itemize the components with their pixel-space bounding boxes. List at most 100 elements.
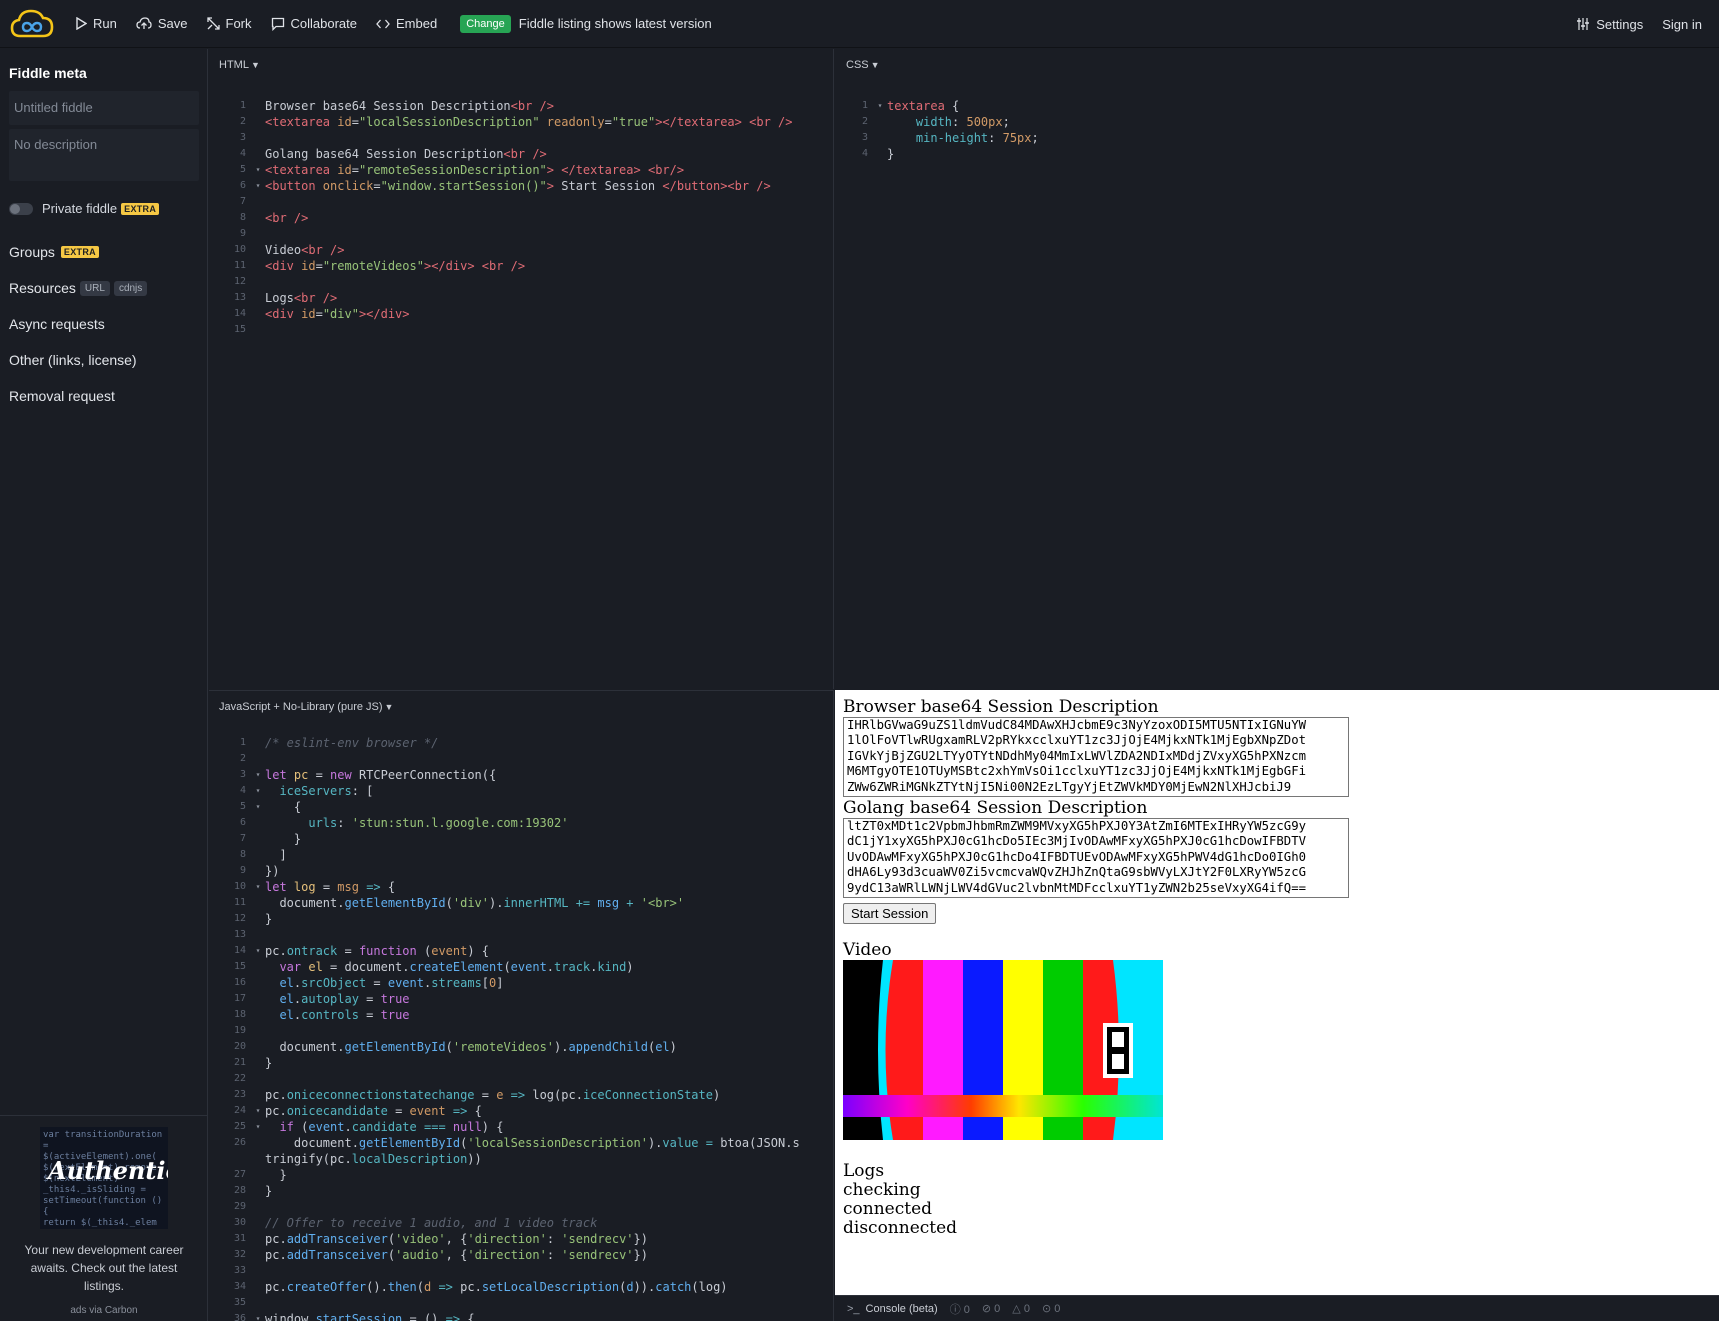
code-line[interactable]: 15 var el = document. createElement(event… [209,959,833,975]
code-line[interactable]: 3 [209,130,833,146]
code-line[interactable]: 5 ▾ <textarea id = "remoteSessionDescription… [209,162,833,178]
ads-via-carbon[interactable]: ads via Carbon [0,1305,208,1316]
fold-arrow-icon[interactable]: ▾ [873,98,887,114]
code-line[interactable]: 10 Video <br /> [209,242,833,258]
settings-button[interactable]: Settings [1576,17,1643,32]
code-line[interactable]: 32 pc. addTransceiver('audio', {'direction… [209,1247,833,1263]
code-line[interactable]: 26 document. getElementById('localSession… [209,1135,833,1151]
sidebar-item-groups[interactable]: Groups EXTRA [9,234,198,270]
fold-arrow-icon[interactable]: ▾ [251,178,265,194]
remote-video-test-pattern[interactable] [843,960,1163,1140]
fiddle-description-input[interactable]: No description [9,129,199,181]
code-line[interactable]: 4 Golang base64 Session Description <br /> [209,146,833,162]
code-line[interactable]: 5 ▾ { [209,799,833,815]
fold-arrow-icon[interactable]: ▾ [251,1103,265,1119]
fold-arrow-icon[interactable]: ▾ [251,767,265,783]
fork-button[interactable]: Fork [206,16,252,31]
code-line[interactable]: 13 [209,927,833,943]
code-line[interactable]: 25 ▾ if (event. candidate === null) { [209,1119,833,1135]
code-line[interactable]: tringify(pc. localDescription)) [209,1151,833,1167]
code-line[interactable]: 4} [831,146,1719,162]
code-line[interactable]: 12} [209,911,833,927]
code-line[interactable]: 1 /* eslint-env browser */ [209,735,833,751]
start-session-button[interactable]: Start Session [843,903,937,924]
console-bar[interactable]: >_ Console (beta) ⓘ 0 ⊘ 0 △ 0 ⊙ 0 [835,1295,1719,1321]
code-line[interactable]: 29 [209,1199,833,1215]
resources-cdnjs-pill[interactable]: cdnjs [113,280,148,296]
collaborate-button[interactable]: Collaborate [271,16,357,31]
code-line[interactable]: 12 [209,274,833,290]
fiddle-title-input[interactable]: Untitled fiddle [9,91,199,125]
fold-arrow-icon[interactable]: ▾ [251,879,265,895]
code-line[interactable]: 2 width: 500px; [831,114,1719,130]
code-line[interactable]: 21} [209,1055,833,1071]
code-line[interactable]: 3 min-height: 75px; [831,130,1719,146]
code-line[interactable]: 4 ▾ iceServers: [ [209,783,833,799]
run-button[interactable]: Run [75,16,117,31]
code-line[interactable]: 24 ▾ pc. onicecandidate = event => { [209,1103,833,1119]
code-line[interactable]: 8 ] [209,847,833,863]
code-line[interactable]: 11 <div id = "remoteVideos" ></div> <br /> [209,258,833,274]
code-line[interactable]: 19 [209,1023,833,1039]
fold-arrow-icon[interactable]: ▾ [251,799,265,815]
local-session-description-textarea[interactable]: IHRlbGVwaG9uZS1ldmVudC84MDAwXHJcbmE9c3Ny… [843,717,1349,797]
code-line[interactable]: 9}) [209,863,833,879]
code-line[interactable]: 2 <textarea id = "localSessionDescription" … [209,114,833,130]
carbon-ad[interactable]: var transitionDuration = $(activeElement)… [0,1115,208,1321]
css-editor[interactable]: 1 ▾ textarea {2 width: 500px; 3 min-height:… [831,98,1719,162]
fold-arrow-icon[interactable]: ▾ [251,1311,265,1321]
code-line[interactable]: 20 document. getElementById('remoteVideos… [209,1039,833,1055]
js-panel-header[interactable]: JavaScript + No-Library (pure JS) ▼ [209,691,833,721]
private-fiddle-toggle[interactable] [9,202,33,215]
code-line[interactable]: 8 <br /> [209,210,833,226]
fold-arrow-icon[interactable]: ▾ [251,943,265,959]
code-line[interactable]: 30 // Offer to receive 1 audio, and 1 vid… [209,1215,833,1231]
code-line[interactable]: 3 ▾ let pc = new RTCPeerConnection({ [209,767,833,783]
fold-arrow-icon[interactable]: ▾ [251,1119,265,1135]
fold-arrow-icon[interactable]: ▾ [251,783,265,799]
code-line[interactable]: 27 } [209,1167,833,1183]
code-line[interactable]: 11 document. getElementById('div'). innerH… [209,895,833,911]
code-line[interactable]: 9 [209,226,833,242]
change-badge[interactable]: Change [460,14,511,33]
code-line[interactable]: 34 pc. createOffer (). then(d => pc. setLocal… [209,1279,833,1295]
code-line[interactable]: 7 } [209,831,833,847]
fold-arrow-icon[interactable]: ▾ [251,162,265,178]
code-line[interactable]: 6 ▾ <button onclick = "window.startSession()… [209,178,833,194]
html-editor[interactable]: 1 Browser base64 Session Description <br /… [209,98,833,338]
resources-url-pill[interactable]: URL [79,280,110,296]
html-panel-header[interactable]: HTML ▼ [209,49,833,79]
remote-session-description-textarea[interactable]: ltZT0xMDt1c2VpbmJhbmRmZWM9MVxyXG5hPXJ0Y3… [843,818,1349,898]
save-button[interactable]: Save [136,16,188,31]
code-line[interactable]: 18 el. controls = true [209,1007,833,1023]
code-line[interactable]: 1 ▾ textarea { [831,98,1719,114]
code-line[interactable]: 1 Browser base64 Session Description <br /… [209,98,833,114]
sidebar-item-resources[interactable]: Resources URL cdnjs [9,270,198,306]
code-line[interactable]: 22 [209,1071,833,1087]
code-line[interactable]: 35 [209,1295,833,1311]
code-line[interactable]: 14 <div id = "div" ></div> [209,306,833,322]
ad-image[interactable]: var transitionDuration = $(activeElement)… [40,1127,168,1229]
embed-button[interactable]: Embed [376,16,437,31]
sidebar-item-removal-request[interactable]: Removal request [9,378,198,414]
js-editor[interactable]: 1/* eslint-env browser */2 3 ▾ let pc = new… [209,735,833,1321]
code-line[interactable]: 2 [209,751,833,767]
sidebar-item-other[interactable]: Other (links, license) [9,342,198,378]
css-panel-header[interactable]: CSS ▼ [835,49,1719,79]
code-line[interactable]: 33 [209,1263,833,1279]
code-line[interactable]: 16 el. srcObject = event. streams[0] [209,975,833,991]
code-line[interactable]: 15 [209,322,833,338]
code-line[interactable]: 13 Logs <br /> [209,290,833,306]
code-line[interactable]: 23 pc. oniceconnectionstatechange = e => l… [209,1087,833,1103]
code-line[interactable]: 17 el. autoplay = true [209,991,833,1007]
sign-in-link[interactable]: Sign in [1662,17,1702,32]
code-line[interactable]: 31 pc. addTransceiver('video', {'direction… [209,1231,833,1247]
code-line[interactable]: 14 ▾ pc. ontrack = function (event) { [209,943,833,959]
private-fiddle-row[interactable]: Private fiddle EXTRA [9,201,198,216]
code-line[interactable]: 7 [209,194,833,210]
ad-text[interactable]: Your new development career awaits. Chec… [0,1241,208,1295]
code-line[interactable]: 28} [209,1183,833,1199]
code-line[interactable]: 10 ▾ let log = msg => { [209,879,833,895]
code-line[interactable]: 36 ▾ window. startSession = () => { [209,1311,833,1321]
code-line[interactable]: 6 urls: 'stun:stun.l.google.com:19302' [209,815,833,831]
